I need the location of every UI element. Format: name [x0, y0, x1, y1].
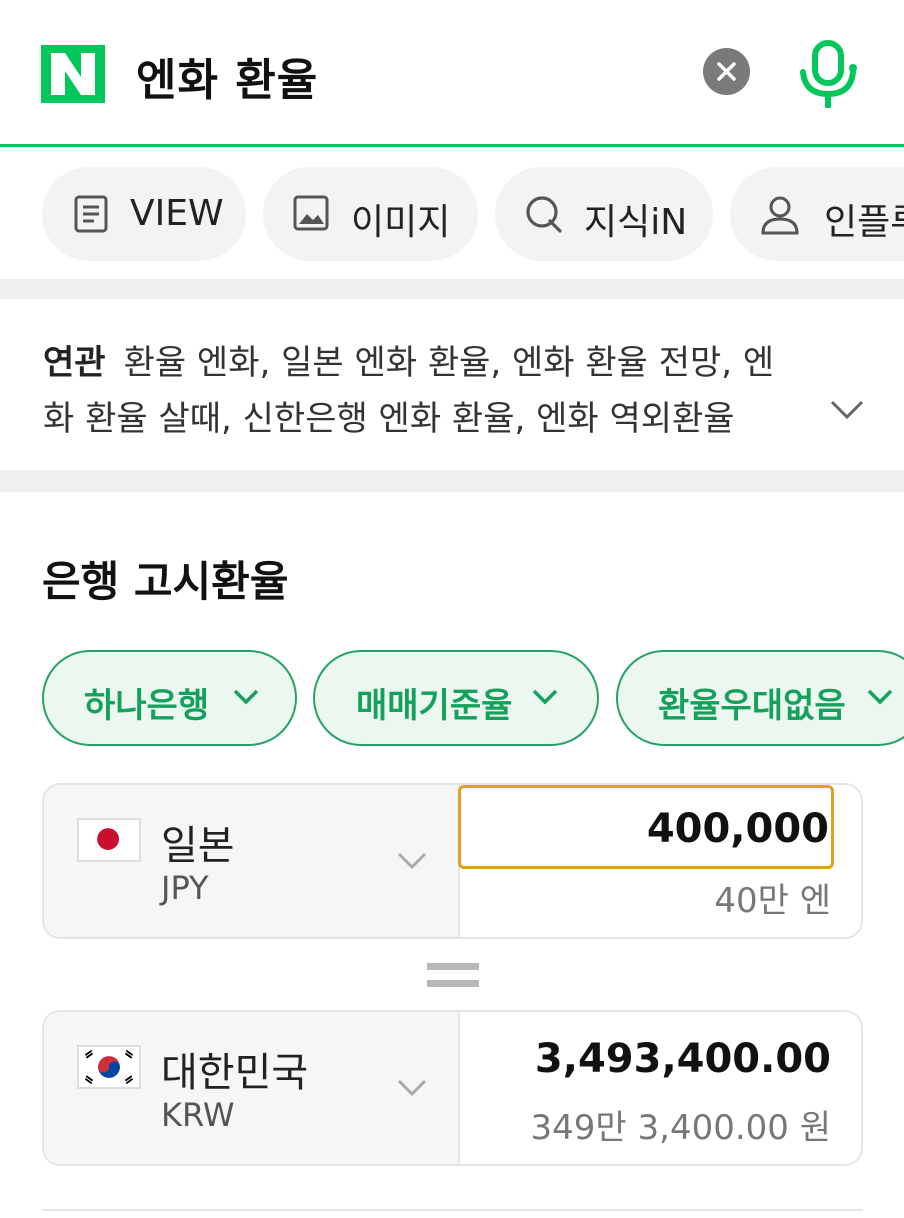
filter-bank-label: 하나은행: [84, 686, 210, 726]
currency-select-to[interactable]: 대한민국 KRW: [44, 1012, 460, 1164]
tab-view[interactable]: VIEW: [42, 167, 246, 261]
search-query[interactable]: 엔화 환율: [136, 44, 318, 108]
amount-value[interactable]: 400,000: [647, 806, 829, 852]
expand-chevron-icon[interactable]: [829, 399, 865, 421]
converter-from: 일본 JPY 400,000 40만 엔: [42, 783, 863, 939]
chevron-down-icon: [397, 852, 427, 870]
filter-rate-type[interactable]: 매매기준율: [313, 650, 599, 746]
chevron-down-icon: [867, 689, 893, 705]
japan-flag-icon: [77, 818, 141, 862]
close-icon: [717, 62, 736, 81]
search-tabs: VIEW 이미지 지식iN 인플루: [0, 147, 904, 279]
converted-amount: 3,493,400.00: [534, 1036, 831, 1082]
chevron-down-icon: [397, 1079, 427, 1097]
related-heading: 연관: [43, 343, 106, 383]
related-line-1[interactable]: 연관 환율 엔화, 일본 엔화 환율, 엔화 환율 전망, 엔: [43, 335, 774, 384]
tab-images-label: 이미지: [351, 202, 451, 243]
currency-select-from[interactable]: 일본 JPY: [44, 785, 460, 937]
tab-view-label: VIEW: [130, 193, 224, 234]
converted-amount-words: 349만 3,400.00 원: [530, 1108, 831, 1148]
filter-preferential-label: 환율우대없음: [658, 686, 846, 726]
chevron-down-icon: [233, 689, 259, 705]
amount-input[interactable]: 400,000: [458, 785, 834, 869]
equals-icon: [427, 963, 479, 987]
chevron-down-icon: [532, 689, 558, 705]
related-line-2[interactable]: 화 환율 살때, 신한은행 엔화 환율, 엔화 역외환율: [43, 391, 735, 440]
tab-influencer[interactable]: 인플루: [730, 167, 904, 261]
section-divider: [42, 1209, 863, 1211]
related-searches: 연관 환율 엔화, 일본 엔화 환율, 엔화 환율 전망, 엔 화 환율 살때, …: [0, 299, 904, 470]
tab-images[interactable]: 이미지: [263, 167, 478, 261]
section-separator: [0, 279, 904, 299]
clear-search-button[interactable]: [703, 48, 750, 95]
naver-logo-icon[interactable]: [41, 45, 105, 103]
tab-influencer-label: 인플루: [824, 202, 904, 243]
tab-kin-label: 지식iN: [584, 202, 688, 243]
microphone-icon[interactable]: [797, 40, 859, 108]
section-title: 은행 고시환율: [42, 557, 289, 606]
image-icon: [293, 195, 329, 231]
search-header: 엔화 환율: [0, 0, 904, 145]
document-icon: [74, 195, 108, 233]
korea-flag-icon: [77, 1045, 141, 1089]
converter-to: 대한민국 KRW 3,493,400.00 349만 3,400.00 원: [42, 1010, 863, 1166]
filter-rate-type-label: 매매기준율: [356, 686, 513, 726]
amount-words: 40만 엔: [714, 881, 831, 921]
q-icon: [526, 196, 562, 233]
tab-kin[interactable]: 지식iN: [495, 167, 713, 261]
currency-code: JPY: [161, 869, 209, 907]
section-separator: [0, 470, 904, 492]
filter-bank[interactable]: 하나은행: [42, 650, 297, 746]
filter-preferential[interactable]: 환율우대없음: [616, 650, 904, 746]
currency-name: 대한민국: [161, 1050, 309, 1096]
currency-code: KRW: [161, 1096, 235, 1134]
currency-name: 일본: [161, 823, 235, 869]
person-icon: [761, 196, 799, 235]
related-terms-1[interactable]: 환율 엔화, 일본 엔화 환율, 엔화 환율 전망, 엔: [124, 343, 775, 383]
